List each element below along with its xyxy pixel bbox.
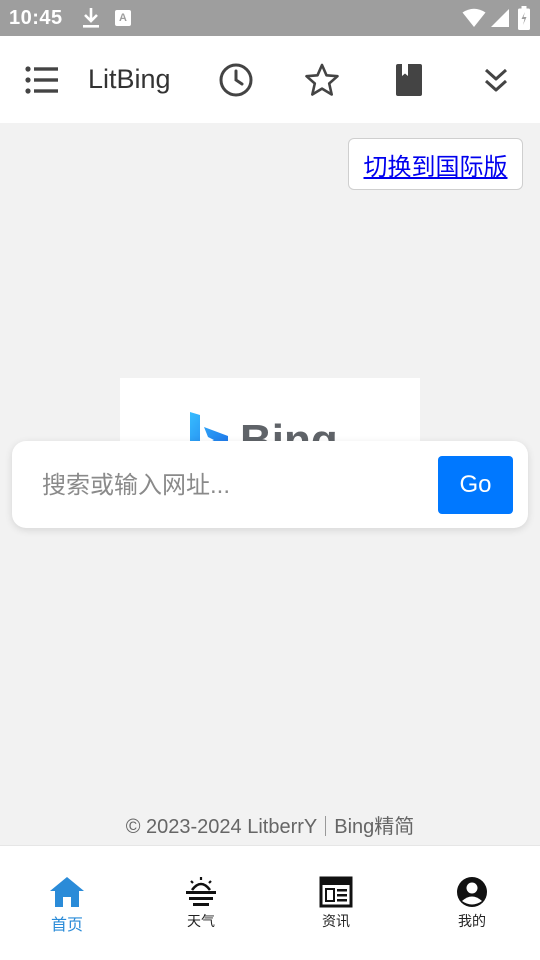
- search-input[interactable]: [40, 463, 434, 509]
- bookmark-icon[interactable]: [389, 60, 429, 100]
- nav-label-profile: 我的: [458, 913, 486, 929]
- nav-item-profile[interactable]: 我的: [432, 876, 512, 931]
- menu-icon[interactable]: [22, 60, 62, 100]
- nav-item-home[interactable]: 首页: [27, 876, 107, 935]
- nav-item-weather[interactable]: 天气: [161, 876, 241, 931]
- account-icon: [457, 877, 487, 907]
- status-time: 10:45: [9, 7, 63, 29]
- notification-a-icon: A: [115, 10, 131, 26]
- nav-label-weather: 天气: [187, 913, 215, 929]
- history-icon[interactable]: [216, 60, 256, 100]
- status-bar: 10:45 A: [0, 0, 540, 36]
- bing-logo: Bing: [120, 378, 420, 448]
- footer: © 2023-2024 LitberrY Bing精简: [0, 810, 540, 839]
- nav-label-news: 资讯: [322, 913, 350, 929]
- app-bar: LitBing: [0, 36, 540, 123]
- footer-copyright: © 2023-2024 LitberrY: [125, 816, 318, 838]
- weather-icon: [186, 877, 216, 906]
- double-chevron-down-icon[interactable]: [476, 60, 516, 100]
- footer-site-name: Bing精简: [334, 816, 415, 838]
- nav-item-news[interactable]: 资讯: [296, 876, 376, 931]
- signal-icon: [491, 9, 509, 27]
- wifi-icon: [462, 8, 486, 27]
- nav-label-home: 首页: [50, 917, 83, 934]
- go-button[interactable]: Go: [438, 456, 513, 514]
- battery-icon: [518, 6, 530, 30]
- switch-international-button[interactable]: 切换到国际版: [348, 138, 523, 190]
- star-icon[interactable]: [302, 60, 342, 100]
- bottom-nav: 首页 天气 资讯 我的: [0, 845, 540, 960]
- home-icon: [50, 877, 84, 907]
- app-title: LitBing: [88, 64, 171, 94]
- search-box: Go: [12, 441, 528, 528]
- news-icon: [319, 876, 353, 908]
- download-icon: [83, 8, 99, 28]
- footer-divider: [325, 816, 327, 836]
